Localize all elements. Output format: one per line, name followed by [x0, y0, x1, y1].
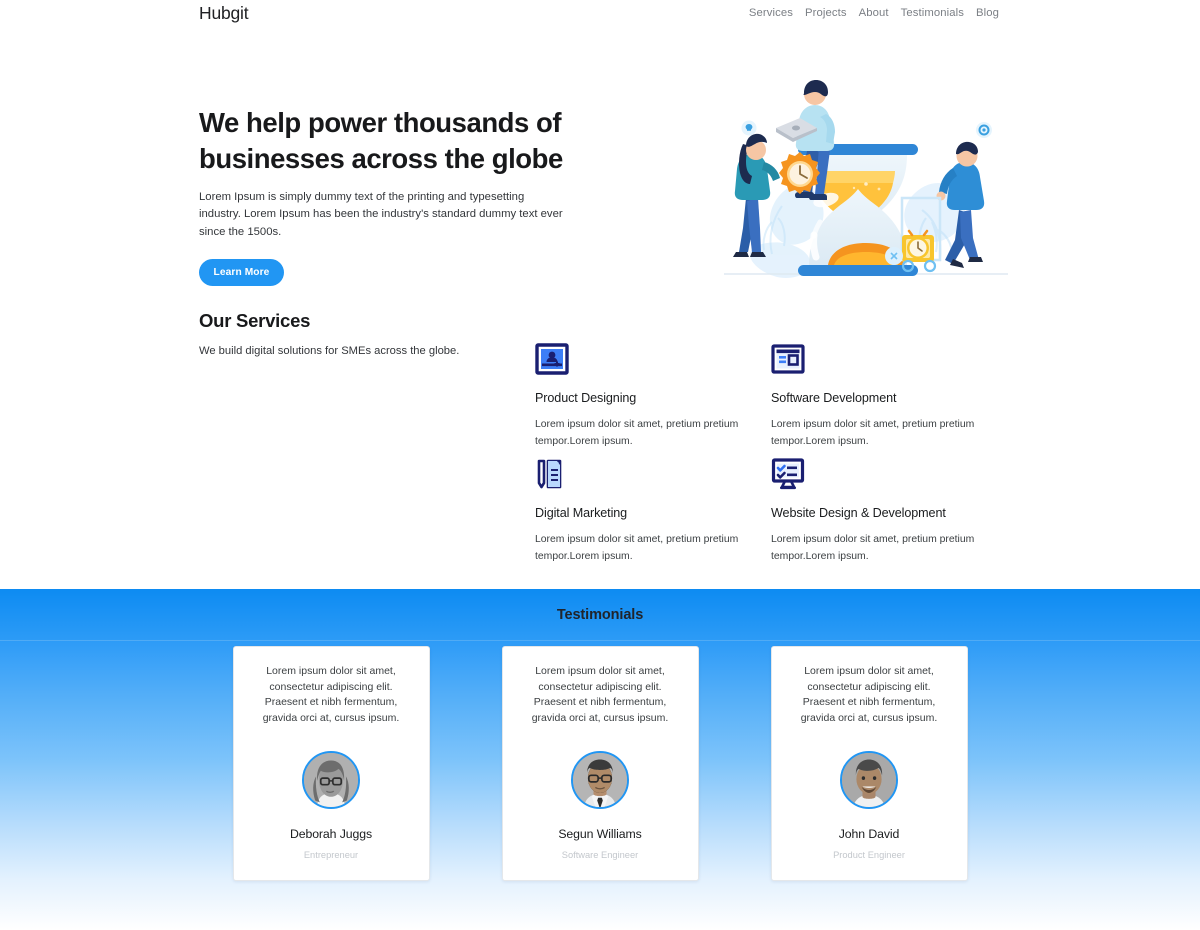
id-card-icon: [535, 342, 569, 376]
hero-section: We help power thousands of businesses ac…: [0, 30, 1200, 295]
service-name: Website Design & Development: [771, 506, 946, 520]
hero-title: We help power thousands of businesses ac…: [199, 107, 563, 175]
brand-logo[interactable]: Hubgit: [199, 3, 249, 24]
services-grid: Product Designing Lorem ipsum dolor sit …: [535, 342, 1007, 572]
hero-subtitle: Lorem Ipsum is simply dummy text of the …: [199, 190, 563, 239]
testimonial-quote: Lorem ipsum dolor sit amet, consectetur …: [262, 665, 400, 724]
nav-item-blog[interactable]: Blog: [976, 7, 999, 19]
nav-item-services[interactable]: Services: [749, 7, 793, 19]
testimonial-role: Entrepreneur: [303, 850, 359, 861]
browser-window-icon: [771, 342, 805, 376]
avatar-man-glasses-tie: [571, 751, 629, 810]
nav-item-testimonials[interactable]: Testimonials: [901, 7, 964, 19]
service-description: Lorem ipsum dolor sit amet, pretium pret…: [771, 534, 975, 562]
main-navigation: Services Projects About Testimonials Blo…: [749, 7, 999, 19]
learn-more-button[interactable]: Learn More: [199, 259, 284, 287]
testimonial-name: Deborah Juggs: [289, 827, 373, 842]
service-card-product-designing[interactable]: Product Designing Lorem ipsum dolor sit …: [535, 342, 745, 457]
testimonial-role: Product Engineer: [833, 850, 905, 861]
testimonial-quote: Lorem ipsum dolor sit amet, consectetur …: [531, 665, 669, 724]
avatar-man-smiling: [840, 751, 898, 810]
service-card-website-design-development[interactable]: Website Design & Development Lorem ipsum…: [771, 457, 981, 572]
monitor-checklist-icon: [771, 457, 805, 491]
testimonial-name: John David: [838, 827, 900, 842]
testimonial-cards: Lorem ipsum dolor sit amet, consectetur …: [0, 646, 1200, 881]
service-name: Product Designing: [535, 391, 637, 405]
hero-illustration: [716, 50, 1016, 305]
service-card-digital-marketing[interactable]: Digital Marketing Lorem ipsum dolor sit …: [535, 457, 745, 572]
testimonial-card[interactable]: Lorem ipsum dolor sit amet, consectetur …: [232, 646, 430, 881]
testimonial-card[interactable]: Lorem ipsum dolor sit amet, consectetur …: [501, 646, 699, 881]
testimonials-header-band: Testimonials: [0, 589, 1200, 641]
nav-item-about[interactable]: About: [859, 7, 889, 19]
testimonial-card[interactable]: Lorem ipsum dolor sit amet, consectetur …: [770, 646, 968, 881]
service-description: Lorem ipsum dolor sit amet, pretium pret…: [771, 419, 975, 447]
services-title: Our Services: [199, 310, 311, 331]
service-card-software-development[interactable]: Software Development Lorem ipsum dolor s…: [771, 342, 981, 457]
service-description: Lorem ipsum dolor sit amet, pretium pret…: [535, 534, 739, 562]
testimonial-role: Software Engineer: [561, 850, 639, 861]
testimonials-title: Testimonials: [556, 606, 644, 623]
avatar-woman-glasses: [302, 751, 360, 810]
service-name: Digital Marketing: [535, 506, 628, 520]
nav-item-projects[interactable]: Projects: [805, 7, 847, 19]
services-subtitle: We build digital solutions for SMEs acro…: [199, 345, 460, 357]
site-header: Hubgit Services Projects About Testimoni…: [0, 0, 1200, 30]
pen-document-icon: [535, 457, 569, 491]
testimonial-quote: Lorem ipsum dolor sit amet, consectetur …: [800, 665, 938, 724]
services-heading-block: Our Services We build digital solutions …: [199, 310, 529, 360]
service-name: Software Development: [771, 391, 897, 405]
testimonials-section: Testimonials Lorem ipsum dolor sit amet,…: [0, 589, 1200, 930]
services-section: Our Services We build digital solutions …: [0, 300, 1200, 585]
testimonial-name: Segun Williams: [558, 827, 642, 842]
hero-copy: We help power thousands of businesses ac…: [199, 105, 574, 287]
landing-page: Hubgit Services Projects About Testimoni…: [0, 0, 1200, 930]
service-description: Lorem ipsum dolor sit amet, pretium pret…: [535, 419, 739, 447]
